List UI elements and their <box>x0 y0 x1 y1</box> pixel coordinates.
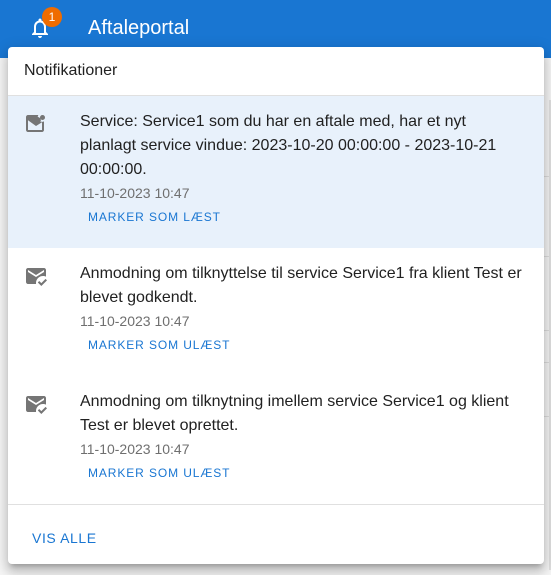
notification-count-badge: 1 <box>42 7 62 27</box>
mark-as-unread-button[interactable]: MARKER SOM ULÆST <box>80 458 238 488</box>
notifications-popover: Notifikationer Service: Service1 som du … <box>8 47 544 564</box>
notification-item[interactable]: Anmodning om tilknyttelse til service Se… <box>8 248 544 376</box>
mark-email-unread-icon <box>24 112 48 136</box>
notification-message: Service: Service1 som du har en aftale m… <box>80 113 497 178</box>
notification-item[interactable]: Anmodning om tilknytning imellem service… <box>8 376 544 504</box>
mark-email-read-icon <box>24 392 48 416</box>
notification-timestamp: 11-10-2023 10:47 <box>80 185 190 201</box>
view-all-button[interactable]: VIS ALLE <box>24 520 105 556</box>
popover-title: Notifikationer <box>8 47 544 96</box>
mark-as-read-button[interactable]: MARKER SOM LÆST <box>80 202 229 232</box>
popover-footer-divider <box>8 504 544 505</box>
notification-message: Anmodning om tilknytning imellem service… <box>80 393 509 434</box>
mark-email-read-icon <box>24 264 48 288</box>
notification-message: Anmodning om tilknyttelse til service Se… <box>80 265 522 306</box>
notification-item[interactable]: Service: Service1 som du har en aftale m… <box>8 96 544 248</box>
notification-timestamp: 11-10-2023 10:47 <box>80 313 190 329</box>
app-title: Aftaleportal <box>88 17 190 39</box>
notification-timestamp: 11-10-2023 10:47 <box>80 441 190 457</box>
mark-as-unread-button[interactable]: MARKER SOM ULÆST <box>80 330 238 360</box>
